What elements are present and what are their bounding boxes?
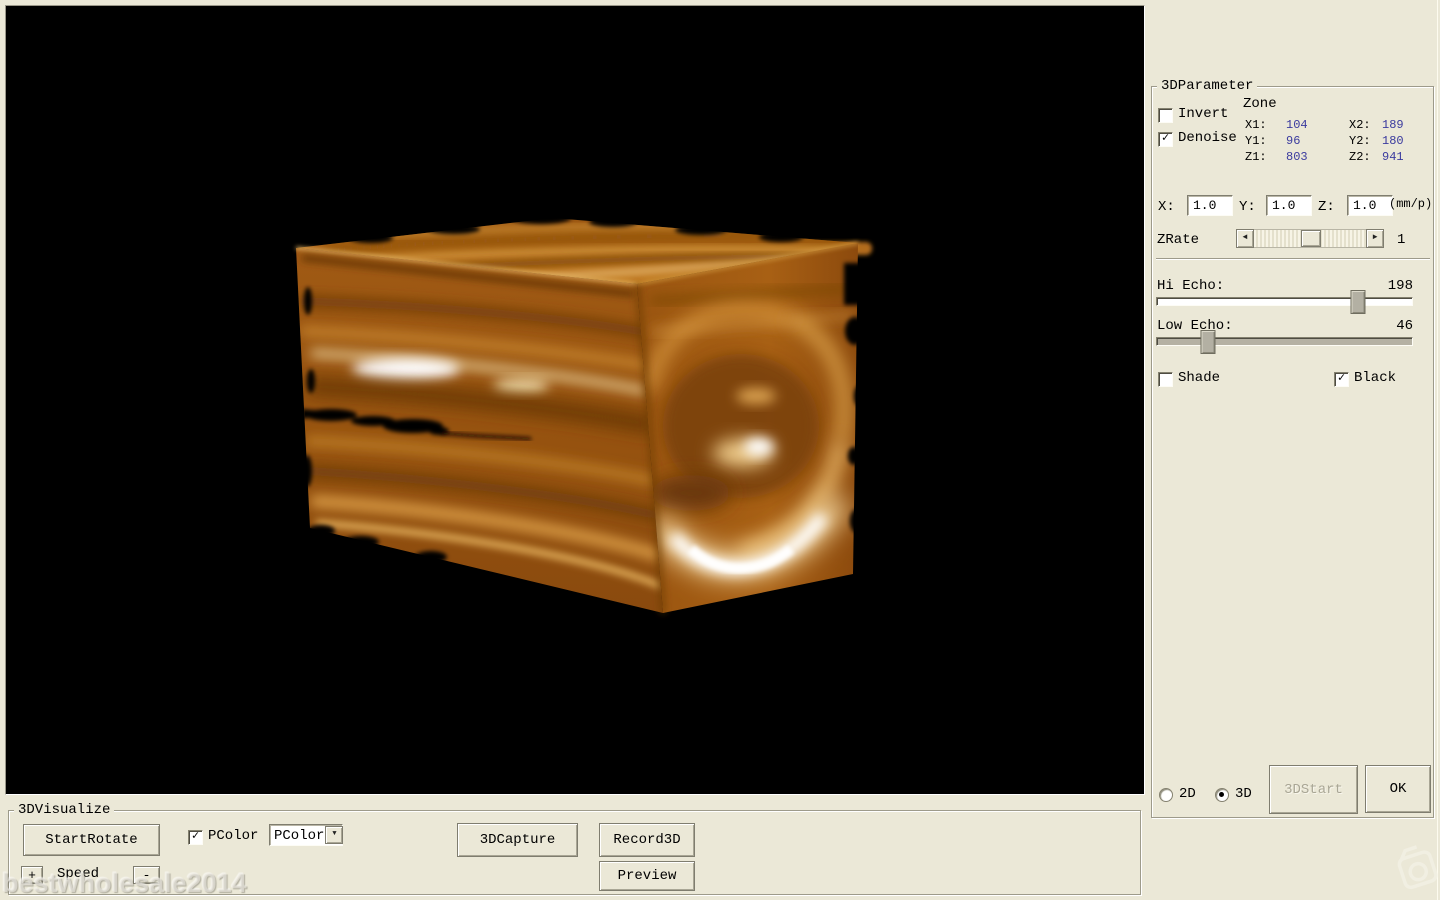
parameter-panel-title: 3DParameter — [1157, 78, 1257, 94]
voxel-x-input[interactable]: 1.0 — [1187, 195, 1233, 216]
denoise-label: Denoise — [1178, 131, 1237, 146]
speed-plus-button[interactable]: + — [21, 866, 43, 884]
zone-x2-value: 189 — [1382, 118, 1404, 132]
low-echo-slider[interactable] — [1156, 337, 1413, 346]
mode-2d-radio[interactable] — [1159, 788, 1173, 802]
visualize-panel-title: 3DVisualize — [14, 802, 114, 818]
hi-echo-thumb[interactable] — [1351, 290, 1366, 314]
zone-x2-label: X2: — [1349, 118, 1371, 132]
invert-label: Invert — [1178, 107, 1228, 122]
pcolor-dropdown[interactable]: PColor ▼ — [269, 824, 343, 846]
hi-echo-slider[interactable] — [1156, 297, 1413, 306]
app-window: 3DParameter Invert ✓ Denoise Zone X1: 10… — [0, 0, 1440, 900]
zone-z2-label: Z2: — [1349, 150, 1371, 164]
check-icon: ✓ — [189, 830, 202, 842]
black-label: Black — [1354, 371, 1396, 386]
denoise-checkbox[interactable]: ✓ — [1158, 132, 1173, 147]
zone-z1-value: 803 — [1286, 150, 1308, 164]
voxel-x-label: X: — [1158, 200, 1175, 215]
speed-label: Speed — [57, 867, 99, 882]
photos-watermark-icon — [1390, 843, 1440, 899]
black-checkbox[interactable]: ✓ — [1334, 372, 1349, 387]
shade-label: Shade — [1178, 371, 1220, 386]
zone-y2-label: Y2: — [1349, 134, 1371, 148]
zone-y1-value: 96 — [1286, 134, 1300, 148]
zrate-scrollbar[interactable]: ◄ ► — [1236, 229, 1384, 246]
window-right-edge — [1437, 0, 1438, 900]
zone-y1-label: Y1: — [1245, 134, 1267, 148]
speed-minus-button[interactable]: - — [133, 866, 160, 884]
low-echo-value: 46 — [1352, 319, 1413, 334]
arrow-left-icon: ◄ — [1243, 233, 1248, 242]
zrate-value: 1 — [1397, 233, 1405, 248]
start-rotate-button[interactable]: StartRotate — [23, 824, 160, 856]
voxel-z-input[interactable]: 1.0 — [1347, 195, 1393, 216]
panel-separator — [1156, 258, 1430, 260]
zone-z1-label: Z1: — [1245, 150, 1267, 164]
zrate-thumb[interactable] — [1301, 230, 1321, 247]
arrow-right-icon: ► — [1373, 233, 1378, 242]
zrate-label: ZRate — [1157, 233, 1199, 248]
dropdown-arrow-icon[interactable]: ▼ — [325, 826, 343, 844]
mode-3d-radio[interactable] — [1215, 788, 1229, 802]
voxel-unit-label: (mm/p) — [1389, 197, 1432, 211]
ok-button[interactable]: OK — [1365, 765, 1431, 813]
ultrasound-volume-render — [6, 6, 1144, 794]
voxel-z-label: Z: — [1318, 200, 1335, 215]
visualize-panel: 3DVisualize StartRotate + Speed - ✓ PCol… — [8, 810, 1141, 895]
pcolor-checkbox-label: PColor — [208, 829, 258, 844]
zone-x1-label: X1: — [1245, 118, 1267, 132]
preview-button[interactable]: Preview — [599, 861, 695, 891]
3dcapture-button[interactable]: 3DCapture — [457, 823, 578, 857]
check-icon: ✓ — [1335, 372, 1348, 384]
parameter-panel: 3DParameter Invert ✓ Denoise Zone X1: 10… — [1151, 86, 1434, 818]
zrate-right-arrow-button[interactable]: ► — [1366, 229, 1384, 248]
low-echo-thumb[interactable] — [1201, 330, 1216, 354]
zrate-track[interactable] — [1254, 229, 1366, 248]
mode-2d-label: 2D — [1179, 787, 1196, 802]
pcolor-dropdown-value: PColor — [270, 827, 325, 844]
zone-title: Zone — [1243, 97, 1277, 112]
shade-checkbox[interactable] — [1158, 372, 1173, 387]
check-icon: ✓ — [1159, 132, 1172, 144]
render-viewport[interactable] — [5, 5, 1145, 795]
pcolor-checkbox[interactable]: ✓ — [188, 830, 203, 845]
3dstart-button[interactable]: 3DStart — [1269, 765, 1358, 814]
voxel-y-label: Y: — [1239, 200, 1256, 215]
hi-echo-label: Hi Echo: — [1157, 279, 1224, 294]
zone-x1-value: 104 — [1286, 118, 1308, 132]
zone-y2-value: 180 — [1382, 134, 1404, 148]
invert-checkbox[interactable] — [1158, 108, 1173, 123]
low-echo-label: Low Echo: — [1157, 319, 1233, 334]
mode-3d-label: 3D — [1235, 787, 1252, 802]
voxel-y-input[interactable]: 1.0 — [1266, 195, 1312, 216]
record3d-button[interactable]: Record3D — [599, 823, 695, 857]
zone-z2-value: 941 — [1382, 150, 1404, 164]
zrate-left-arrow-button[interactable]: ◄ — [1236, 229, 1254, 248]
